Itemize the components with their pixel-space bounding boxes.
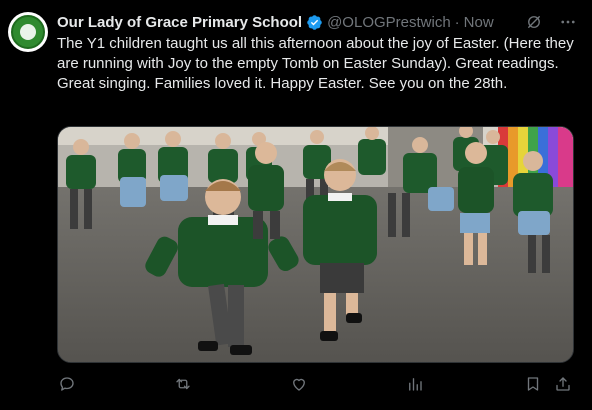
timestamp[interactable]: Now (464, 14, 494, 31)
verified-badge-icon (306, 14, 323, 31)
more-icon[interactable] (558, 12, 578, 32)
school-crest-icon (11, 15, 45, 49)
tweet[interactable]: Our Lady of Grace Primary School @OLOGPr… (0, 0, 592, 410)
tweet-action-bar (57, 374, 577, 394)
tweet-top-actions (524, 12, 578, 32)
like-icon[interactable] (289, 374, 309, 394)
reply-icon[interactable] (57, 374, 77, 394)
grok-icon[interactable] (524, 12, 544, 32)
tweet-header: Our Lady of Grace Primary School @OLOGPr… (57, 12, 494, 32)
author-handle[interactable]: @OLOGPrestwich (327, 14, 451, 31)
author-avatar[interactable] (8, 12, 48, 52)
tweet-media-image[interactable] (57, 126, 574, 363)
author-display-name[interactable]: Our Lady of Grace Primary School (57, 14, 302, 31)
separator-dot: · (454, 13, 460, 31)
views-icon[interactable] (405, 374, 425, 394)
repost-icon[interactable] (173, 374, 193, 394)
tweet-text: The Y1 children taught us all this after… (57, 35, 574, 92)
share-icon[interactable] (553, 374, 573, 394)
bookmark-icon[interactable] (523, 374, 543, 394)
playground-photo (58, 127, 573, 362)
